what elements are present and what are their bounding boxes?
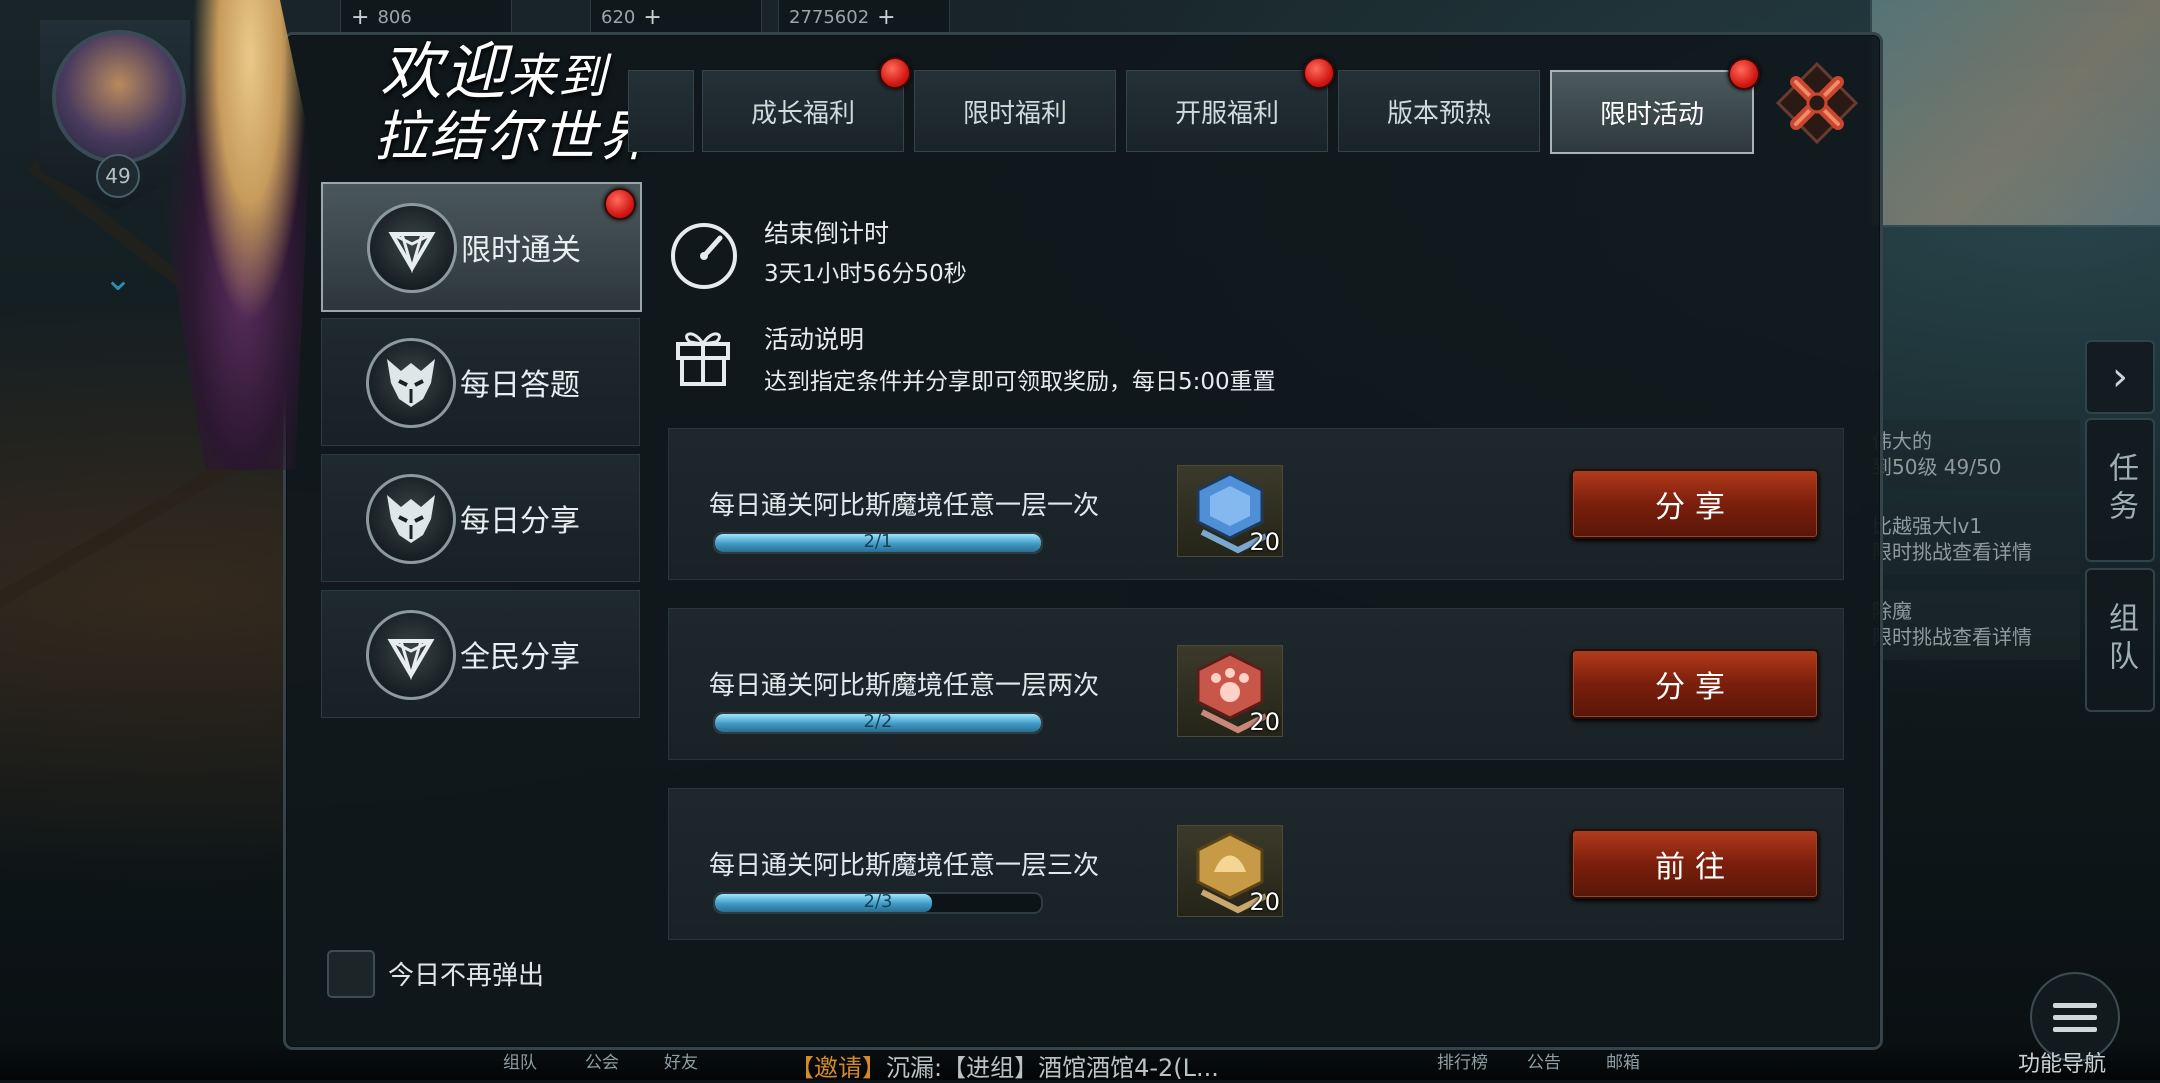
chevron-down-icon[interactable]: ⌄	[98, 262, 138, 296]
reward-count: 20	[1249, 708, 1280, 736]
timer-icon	[671, 223, 737, 289]
notification-dot	[1728, 58, 1760, 90]
crystal-emblem-icon	[367, 203, 457, 293]
task-row: 每日通关阿比斯魔境任意一层两次 2/2 20 分享	[668, 608, 1844, 760]
share-button[interactable]: 分享	[1571, 469, 1819, 539]
side-tab-task[interactable]: 任务	[2085, 418, 2155, 562]
countdown-value: 3天1小时56分50秒	[764, 261, 967, 287]
notification-dot	[1303, 57, 1335, 89]
task-description: 每日通关阿比斯魔境任意一层三次	[709, 851, 1100, 881]
player-avatar[interactable]	[52, 30, 186, 164]
progress-label: 2/3	[863, 892, 893, 912]
go-button[interactable]: 前往	[1571, 829, 1819, 899]
reward-count: 20	[1249, 888, 1280, 916]
menu-item-label: 每日分享	[460, 504, 580, 539]
tab-version-preheat[interactable]: 版本预热	[1338, 70, 1540, 152]
menu-item-label: 全民分享	[460, 640, 580, 675]
bottom-btn-notice[interactable]: 公告	[1527, 1048, 1561, 1073]
share-button[interactable]: 分享	[1571, 649, 1819, 719]
demon-mask-icon	[366, 338, 456, 428]
bottom-btn-guild[interactable]: 公会	[585, 1048, 619, 1073]
tab-bar: 成长福利 限时福利 开服福利 版本预热 限时活动	[702, 57, 1760, 154]
player-level-badge: 49	[96, 154, 140, 198]
tab-growth-welfare[interactable]: 成长福利	[702, 57, 911, 152]
progress-bar: 2/2	[713, 712, 1043, 734]
countdown-title: 结束倒计时	[764, 219, 890, 248]
menu-item-label: 限时通关	[461, 233, 581, 268]
reward-item[interactable]: 20	[1177, 825, 1283, 917]
description-text: 达到指定条件并分享即可领取奖励，每日5:00重置	[764, 369, 1276, 395]
reward-item[interactable]: 20	[1177, 645, 1283, 737]
chevron-right-icon[interactable]: ›	[2085, 340, 2155, 414]
notification-dot	[604, 188, 636, 220]
task-row: 每日通关阿比斯魔境任意一层三次 2/3 20 前往	[668, 788, 1844, 940]
tab-label: 限时活动	[1599, 99, 1704, 130]
bottom-btn-team[interactable]: 组队	[503, 1048, 537, 1073]
gift-icon	[676, 332, 730, 386]
minimap[interactable]	[1870, 0, 2160, 227]
task-description: 每日通关阿比斯魔境任意一层两次	[709, 671, 1100, 701]
currency-1: +806	[340, 0, 512, 35]
tab-limited-welfare[interactable]: 限时福利	[914, 70, 1116, 152]
tab-label: 成长福利	[750, 98, 855, 129]
progress-label: 2/1	[863, 532, 893, 552]
chat-line[interactable]: 【邀请】沉漏:【进组】酒馆酒馆4-2(L...	[790, 1048, 1219, 1083]
side-tab-team[interactable]: 组队	[2085, 568, 2155, 712]
welcome-title: 欢迎来到 拉结尔世界	[374, 35, 654, 168]
currency-2: 620 +	[590, 0, 762, 35]
notification-dot	[879, 57, 911, 89]
demon-mask-icon	[366, 474, 456, 564]
tab-label: 版本预热	[1386, 98, 1491, 129]
quest-entry-1[interactable]: 比越强大lv1 限时挑战查看详情	[1860, 505, 2080, 575]
progress-bar: 2/1	[713, 532, 1043, 554]
menu-label: 功能导航	[2018, 1052, 2107, 1077]
dont-show-today-label: 今日不再弹出	[388, 961, 545, 991]
menu-item-all-share[interactable]: 全民分享	[321, 590, 640, 718]
task-row: 每日通关阿比斯魔境任意一层一次 2/1 20 分享	[668, 428, 1844, 580]
tab-label: 限时福利	[962, 98, 1067, 129]
menu-item-daily-share[interactable]: 每日分享	[321, 454, 640, 582]
crystal-emblem-icon	[366, 610, 456, 700]
currency-3: 2775602 +	[778, 0, 950, 35]
progress-bar: 2/3	[713, 892, 1043, 914]
chat-tag: 【邀请】	[790, 1054, 886, 1082]
bottom-btn-mail[interactable]: 邮箱	[1606, 1048, 1640, 1073]
tab-server-open-welfare[interactable]: 开服福利	[1126, 57, 1335, 152]
task-description: 每日通关阿比斯魔境任意一层一次	[709, 491, 1100, 521]
menu-item-daily-quiz[interactable]: 每日答题	[321, 318, 640, 446]
tab-limited-event[interactable]: 限时活动	[1550, 58, 1760, 154]
dont-show-today-checkbox[interactable]	[327, 950, 375, 998]
tab-label: 开服福利	[1174, 98, 1279, 129]
bottom-btn-ranking[interactable]: 排行榜	[1437, 1048, 1488, 1073]
quest-entry-2[interactable]: 除魔 限时挑战查看详情	[1860, 590, 2080, 660]
quest-entry-level[interactable]: 伟大的 到50级 49/50	[1860, 420, 2080, 490]
menu-item-limited-clear[interactable]: 限时通关	[321, 182, 642, 312]
tab-partial[interactable]	[628, 70, 694, 152]
bottom-btn-friends[interactable]: 好友	[664, 1048, 698, 1073]
close-button[interactable]	[1772, 58, 1862, 148]
progress-label: 2/2	[863, 712, 893, 732]
close-x-icon	[1775, 61, 1859, 145]
menu-item-label: 每日答题	[460, 368, 580, 403]
description-title: 活动说明	[764, 325, 865, 354]
reward-count: 20	[1249, 528, 1280, 556]
reward-item[interactable]: 20	[1177, 465, 1283, 557]
chat-text: 沉漏:【进组】酒馆酒馆4-2(L...	[886, 1054, 1219, 1082]
